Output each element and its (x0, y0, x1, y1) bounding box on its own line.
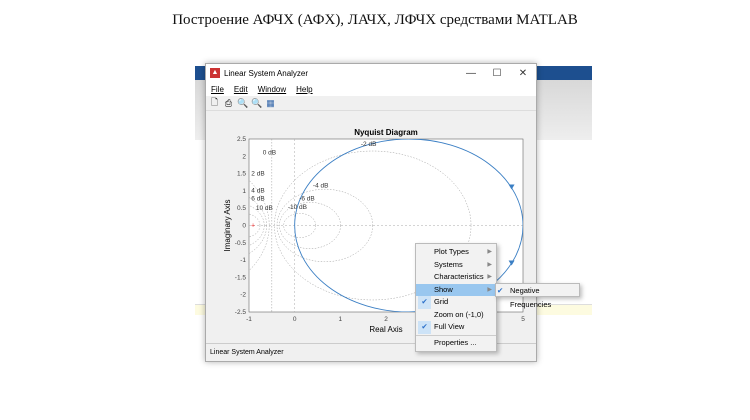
menu-item-systems[interactable]: Systems ▶ (416, 259, 496, 272)
menu-file[interactable]: File (211, 85, 224, 94)
m-circle-label: 2 dB (251, 170, 264, 177)
chevron-right-icon: ▶ (487, 274, 492, 280)
minimize-button[interactable]: — (458, 68, 484, 79)
x-axis-label: Real Axis (369, 325, 402, 334)
menu-window[interactable]: Window (258, 85, 286, 94)
menu-help[interactable]: Help (296, 85, 312, 94)
menu-item-properties[interactable]: Properties ... (416, 337, 496, 350)
chart-title: Nyquist Diagram (354, 128, 418, 137)
chevron-right-icon: ▶ (487, 286, 492, 293)
label: Properties ... (434, 337, 477, 347)
label: Full View (434, 322, 465, 331)
y-tick-label: 2 (242, 153, 246, 160)
y-tick-label: -2 (240, 292, 246, 299)
menu-item-zoom-on[interactable]: Zoom on (-1,0) (416, 309, 496, 322)
y-tick-label: -2.5 (235, 309, 247, 316)
y-tick-label: -1 (240, 257, 246, 264)
x-tick-label: 0 (293, 316, 297, 323)
maximize-button[interactable]: ☐ (484, 68, 510, 79)
check-icon: ✔ (497, 286, 504, 295)
m-circle-label: 4 dB (251, 188, 264, 195)
label: Grid (434, 297, 449, 306)
m-circle-label: 10 dB (256, 205, 273, 212)
m-circle-label: -2 dB (361, 141, 377, 148)
window-title: Linear System Analyzer (224, 68, 309, 78)
close-button[interactable]: ✕ (510, 68, 536, 79)
y-tick-label: -1.5 (235, 274, 247, 281)
m-circle-label: -4 dB (313, 182, 329, 189)
y-tick-label: -0.5 (235, 240, 247, 247)
m-circle-label: -10 dB (288, 204, 307, 211)
submenu-negative-frequencies[interactable]: ✔ Negative Frequencies (495, 283, 580, 309)
y-tick-label: 2.5 (237, 136, 246, 143)
label: Zoom on (-1,0) (434, 309, 484, 319)
grid-layout-icon[interactable]: ▦ (265, 98, 276, 109)
y-tick-label: 0.5 (237, 205, 246, 212)
y-axis-label: Imaginary Axis (223, 199, 232, 251)
context-menu: Plot Types ▶ Systems ▶ Characteristics ▶ Sh… (415, 243, 497, 352)
matlab-icon: ▲ (210, 68, 220, 78)
check-icon: ✔ (418, 296, 431, 309)
menu-bar: File Edit Window Help (206, 82, 536, 96)
slide-title: Построение АФЧХ (АФХ), ЛАЧХ, ЛФЧХ средст… (172, 12, 578, 28)
menu-edit[interactable]: Edit (234, 85, 248, 94)
title-bar: ▲ Linear System Analyzer — ☐ ✕ (206, 64, 536, 82)
zoom-in-icon[interactable]: 🔍 (237, 98, 248, 109)
zoom-out-icon[interactable]: 🔍 (251, 98, 262, 109)
menu-item-full-view[interactable]: ✔ Full View (416, 321, 496, 334)
y-tick-label: 1.5 (237, 171, 246, 178)
x-tick-label: 1 (339, 316, 343, 323)
menu-item-grid[interactable]: ✔ Grid (416, 296, 496, 309)
label: Plot Types (434, 247, 469, 256)
label: Characteristics (434, 272, 484, 281)
m-circle-label: -6 dB (299, 196, 315, 203)
m-circle-label: 0 dB (263, 150, 276, 157)
label: Show (434, 284, 453, 294)
check-icon: ✔ (418, 321, 431, 334)
print-icon[interactable]: ⎙ (223, 98, 234, 109)
new-icon[interactable]: 🗋 (209, 95, 220, 111)
x-tick-label: 5 (521, 316, 525, 323)
menu-item-plot-types[interactable]: Plot Types ▶ (416, 246, 496, 259)
x-tick-label: 2 (384, 316, 388, 323)
chevron-right-icon: ▶ (487, 261, 492, 268)
y-tick-label: 0 (242, 223, 246, 230)
y-tick-label: 1 (242, 188, 246, 195)
menu-item-show[interactable]: Show ▶ (416, 283, 496, 296)
critical-point-marker: + (251, 223, 255, 230)
chevron-right-icon: ▶ (487, 249, 492, 255)
x-tick-label: -1 (246, 316, 252, 323)
m-circle-label: 6 dB (251, 196, 264, 203)
label: Systems (434, 259, 463, 269)
menu-separator (416, 334, 496, 336)
label: Negative Frequencies (510, 286, 552, 309)
toolbar: 🗋 ⎙ 🔍 🔍 ▦ (206, 96, 536, 111)
menu-item-characteristics[interactable]: Characteristics ▶ (416, 271, 496, 284)
